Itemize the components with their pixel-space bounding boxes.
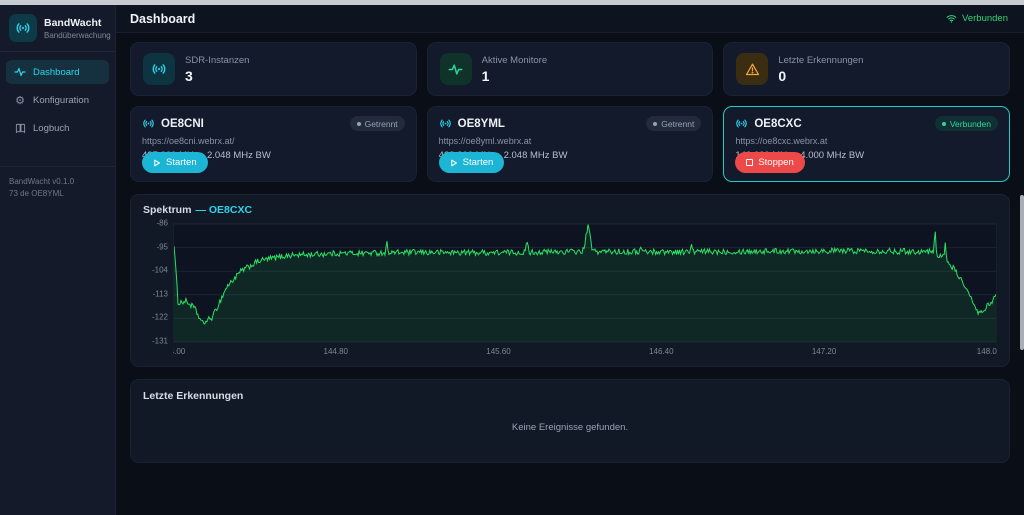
stat-card-detections: Letzte Erkennungen 0 [723, 42, 1010, 96]
x-tick-label: 146.40 [649, 347, 673, 356]
sidebar-item-konfiguration[interactable]: ⚙ Konfiguration [6, 88, 109, 113]
stop-button[interactable]: Stoppen [735, 152, 804, 173]
radio-waves-icon [439, 117, 452, 130]
connection-status: Verbunden [946, 13, 1008, 24]
gear-icon: ⚙ [14, 94, 26, 107]
app-signoff: 73 de OE8YML [9, 188, 106, 200]
scrollbar-thumb[interactable] [1020, 195, 1024, 350]
stat-value: 0 [778, 68, 863, 84]
spectrum-panel-title: Spektrum— OE8CXC [143, 204, 997, 216]
activity-icon [14, 66, 26, 78]
stat-label: Aktive Monitore [482, 55, 547, 66]
connection-status-label: Verbunden [962, 13, 1008, 24]
sdr-name: OE8CNI [161, 118, 204, 130]
stat-card-sdr-instances: SDR-Instanzen 3 [130, 42, 417, 96]
y-tick-label: -95 [156, 242, 168, 251]
stat-value: 1 [482, 68, 547, 84]
wifi-icon [946, 13, 957, 24]
x-tick-label: 147.20 [812, 347, 836, 356]
events-panel: Letzte Erkennungen Keine Ereignisse gefu… [130, 379, 1010, 463]
x-tick-label: 148.0 [977, 347, 997, 356]
sdr-url: https://oe8yml.webrx.at [439, 136, 702, 146]
start-button[interactable]: Starten [439, 152, 505, 173]
play-icon [153, 159, 161, 167]
y-tick-label: -131 [152, 337, 168, 346]
play-icon [450, 159, 458, 167]
status-dot-icon [357, 122, 361, 126]
top-bar: Dashboard Verbunden [116, 5, 1024, 33]
x-tick-label: 144.80 [324, 347, 348, 356]
radio-waves-icon [9, 14, 37, 42]
radio-waves-icon [735, 117, 748, 130]
sidebar-footer: BandWacht v0.1.0 73 de OE8YML [0, 166, 115, 209]
activity-icon [440, 53, 472, 85]
app-subtitle: Bandüberwachung [44, 31, 111, 40]
sdr-name: OE8YML [458, 118, 505, 130]
sidebar-item-label: Logbuch [33, 123, 69, 134]
legend-line-swatch: — [195, 204, 206, 216]
dashboard-content: SDR-Instanzen 3 Aktive Monitore 1 [116, 33, 1024, 463]
sdr-card-oe8cni: OE8CNI Getrennt https://oe8cni.webrx.at/… [130, 106, 417, 182]
sidebar-nav: Dashboard ⚙ Konfiguration Logbuch [0, 52, 115, 152]
y-tick-label: -113 [153, 289, 168, 298]
sidebar-item-label: Dashboard [33, 67, 79, 78]
sidebar-item-dashboard[interactable]: Dashboard [6, 60, 109, 84]
status-badge: Getrennt [646, 116, 701, 131]
x-axis: 144.00 144.80 145.60 146.40 147.20 148.0 [173, 343, 997, 358]
warning-triangle-icon [736, 53, 768, 85]
app-version: BandWacht v0.1.0 [9, 176, 106, 188]
radio-waves-icon [143, 53, 175, 85]
spectrum-chart: -86-95-104-113-122-131 144.00144.80145.6… [143, 223, 997, 358]
radio-waves-icon [142, 117, 155, 130]
spectrum-trace [174, 224, 996, 342]
y-tick-label: -86 [156, 219, 168, 228]
main-area: Dashboard Verbunden [116, 5, 1024, 515]
book-icon [14, 123, 26, 134]
status-badge: Getrennt [350, 116, 405, 131]
sdr-url: https://oe8cxc.webrx.at [735, 136, 998, 146]
sdr-url: https://oe8cni.webrx.at/ [142, 136, 405, 146]
stats-row: SDR-Instanzen 3 Aktive Monitore 1 [130, 42, 1010, 96]
page-title: Dashboard [130, 12, 195, 26]
stop-icon [746, 159, 753, 166]
sidebar-item-logbuch[interactable]: Logbuch [6, 117, 109, 140]
stat-label: Letzte Erkennungen [778, 55, 863, 66]
sdr-card-oe8yml: OE8YML Getrennt https://oe8yml.webrx.at … [427, 106, 714, 182]
y-axis: -86-95-104-113-122-131 [143, 223, 173, 343]
app-title: BandWacht [44, 17, 111, 29]
stat-value: 3 [185, 68, 249, 84]
start-button[interactable]: Starten [142, 152, 208, 173]
events-empty-message: Keine Ereignisse gefunden. [143, 402, 997, 452]
sdr-row: OE8CNI Getrennt https://oe8cni.webrx.at/… [130, 106, 1010, 182]
spectrum-panel: Spektrum— OE8CXC -86-95-104-113-122-131 … [130, 194, 1010, 367]
sdr-name: OE8CXC [754, 118, 801, 130]
status-badge: Verbunden [935, 116, 998, 131]
y-tick-label: -122 [152, 313, 168, 322]
x-tick-label: 145.60 [486, 347, 510, 356]
spectrum-plot [173, 223, 997, 343]
sidebar: BandWacht Bandüberwachung Dashboard ⚙ Ko… [0, 5, 116, 515]
sdr-card-oe8cxc: OE8CXC Verbunden https://oe8cxc.webrx.at… [723, 106, 1010, 182]
events-panel-title: Letzte Erkennungen [143, 390, 997, 402]
stat-label: SDR-Instanzen [185, 55, 249, 66]
y-tick-label: -104 [152, 266, 168, 275]
x-tick-label: 144.00 [173, 347, 185, 356]
status-dot-icon [942, 122, 946, 126]
stat-card-active-monitors: Aktive Monitore 1 [427, 42, 714, 96]
app-brand: BandWacht Bandüberwachung [0, 5, 115, 52]
sidebar-item-label: Konfiguration [33, 95, 89, 106]
status-dot-icon [653, 122, 657, 126]
spectrum-source: OE8CXC [209, 204, 252, 216]
